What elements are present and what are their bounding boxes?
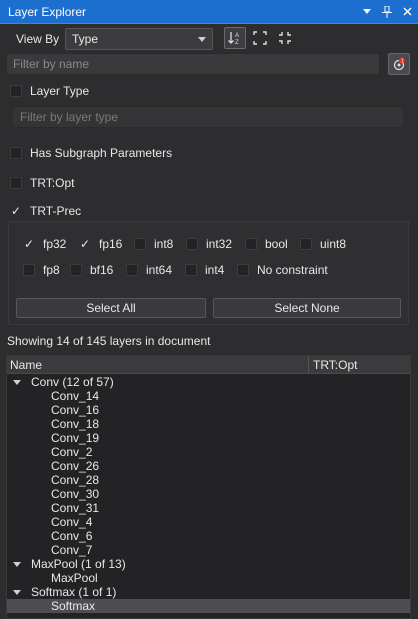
chevron-down-icon bbox=[198, 37, 206, 42]
precision-label: uint8 bbox=[320, 237, 347, 251]
trt-prec-checkbox[interactable]: ✓ bbox=[10, 205, 22, 217]
layer-type-checkbox-row[interactable]: Layer Type bbox=[10, 84, 89, 98]
layer-type-filter-input[interactable]: Filter by layer type bbox=[12, 106, 404, 128]
filter-settings-icon[interactable]: 1 bbox=[388, 53, 410, 75]
precision-label: bool bbox=[265, 237, 288, 251]
trt-opt-checkbox[interactable] bbox=[10, 177, 22, 189]
tree-item[interactable]: Conv_16 bbox=[7, 403, 410, 417]
precision-option-fp16[interactable]: ✓ fp16 bbox=[79, 237, 122, 251]
group-label: Conv (12 of 57) bbox=[31, 375, 114, 389]
group-label: Softmax (1 of 1) bbox=[31, 585, 117, 599]
tree-item[interactable]: Conv_31 bbox=[7, 501, 410, 515]
precision-option-bool[interactable]: bool bbox=[245, 237, 288, 251]
precision-checkbox[interactable] bbox=[300, 238, 312, 250]
precision-option-bf16[interactable]: bf16 bbox=[70, 263, 113, 277]
close-icon[interactable] bbox=[398, 3, 416, 21]
precision-option-fp8[interactable]: fp8 bbox=[23, 263, 60, 277]
precision-label: int8 bbox=[154, 237, 174, 251]
precision-option-fp32[interactable]: ✓ fp32 bbox=[23, 237, 66, 251]
precision-checkbox[interactable]: ✓ bbox=[79, 238, 91, 250]
tree-item[interactable]: Conv_14 bbox=[7, 389, 410, 403]
layer-tree[interactable]: Name TRT:Opt Conv (12 of 57) Conv_14 Con… bbox=[6, 355, 411, 619]
svg-text:A: A bbox=[235, 33, 239, 39]
view-by-value: Type bbox=[72, 32, 99, 46]
tree-group-conv[interactable]: Conv (12 of 57) bbox=[7, 375, 410, 389]
svg-text:1: 1 bbox=[401, 58, 404, 64]
chevron-down-icon[interactable] bbox=[13, 561, 21, 567]
tree-item[interactable]: Conv_2 bbox=[7, 445, 410, 459]
tree-item-selected[interactable]: Softmax bbox=[7, 599, 410, 613]
dropdown-icon[interactable] bbox=[358, 3, 376, 21]
precision-option-int64[interactable]: int64 bbox=[126, 263, 172, 277]
group-label: MaxPool (1 of 13) bbox=[31, 557, 126, 571]
trt-prec-checkbox-row[interactable]: ✓ TRT-Prec bbox=[10, 204, 81, 218]
precision-checkbox[interactable] bbox=[185, 264, 197, 276]
column-header-trt-opt[interactable]: TRT:Opt bbox=[309, 358, 357, 372]
collapse-icon[interactable] bbox=[274, 27, 296, 49]
trt-opt-checkbox-row[interactable]: TRT:Opt bbox=[10, 176, 74, 190]
select-all-button[interactable]: Select All bbox=[16, 298, 206, 318]
subgraph-checkbox[interactable] bbox=[10, 147, 22, 159]
precision-checkbox[interactable] bbox=[237, 264, 249, 276]
trt-prec-label: TRT-Prec bbox=[30, 204, 82, 218]
precision-option-int8[interactable]: int8 bbox=[134, 237, 173, 251]
layer-type-label: Layer Type bbox=[30, 84, 90, 98]
subgraph-label: Has Subgraph Parameters bbox=[30, 146, 173, 160]
chevron-down-icon[interactable] bbox=[13, 589, 21, 595]
layer-count-status: Showing 14 of 145 layers in document bbox=[7, 334, 211, 348]
precision-option-uint8[interactable]: uint8 bbox=[300, 237, 346, 251]
precision-label: fp8 bbox=[43, 263, 60, 277]
precision-options-group: ✓ fp32 ✓ fp16 int8 int32 bool uint8 fp8 … bbox=[8, 221, 409, 325]
precision-checkbox[interactable] bbox=[134, 238, 146, 250]
precision-checkbox[interactable] bbox=[186, 238, 198, 250]
precision-label: int4 bbox=[205, 263, 225, 277]
precision-label: int32 bbox=[206, 237, 233, 251]
sort-alpha-icon[interactable]: AZ bbox=[224, 27, 246, 49]
panel-title-bar: Layer Explorer bbox=[0, 0, 418, 24]
tree-item[interactable]: Conv_26 bbox=[7, 459, 410, 473]
tree-header: Name TRT:Opt bbox=[7, 356, 410, 374]
precision-checkbox[interactable] bbox=[245, 238, 257, 250]
precision-checkbox[interactable] bbox=[70, 264, 82, 276]
layer-type-checkbox[interactable] bbox=[10, 85, 22, 97]
svg-text:Z: Z bbox=[235, 40, 239, 46]
precision-label: No constraint bbox=[257, 263, 328, 277]
precision-option-int32[interactable]: int32 bbox=[186, 237, 232, 251]
precision-label: int64 bbox=[146, 263, 173, 277]
precision-checkbox[interactable] bbox=[23, 264, 35, 276]
precision-checkbox[interactable] bbox=[126, 264, 138, 276]
expand-icon[interactable] bbox=[249, 27, 271, 49]
subgraph-checkbox-row[interactable]: Has Subgraph Parameters bbox=[10, 146, 172, 160]
precision-label: fp32 bbox=[43, 237, 67, 251]
precision-option-no-constraint[interactable]: No constraint bbox=[237, 263, 328, 277]
tree-item[interactable]: Conv_4 bbox=[7, 515, 410, 529]
tree-item[interactable]: Conv_6 bbox=[7, 529, 410, 543]
tree-item[interactable]: Conv_7 bbox=[7, 543, 410, 557]
name-filter-input[interactable]: Filter by name bbox=[6, 53, 380, 75]
tree-item[interactable]: Conv_28 bbox=[7, 473, 410, 487]
precision-checkbox[interactable]: ✓ bbox=[23, 238, 35, 250]
chevron-down-icon[interactable] bbox=[13, 379, 21, 385]
precision-option-int4[interactable]: int4 bbox=[185, 263, 224, 277]
precision-label: bf16 bbox=[90, 263, 114, 277]
panel-title: Layer Explorer bbox=[8, 4, 87, 19]
tree-group-softmax[interactable]: Softmax (1 of 1) bbox=[7, 585, 410, 599]
trt-opt-label: TRT:Opt bbox=[30, 176, 75, 190]
view-toolbar: View By Type AZ bbox=[0, 26, 418, 52]
column-header-name[interactable]: Name bbox=[7, 356, 309, 373]
tree-item[interactable]: Conv_18 bbox=[7, 417, 410, 431]
view-by-label: View By bbox=[16, 32, 60, 46]
tree-item[interactable]: Conv_19 bbox=[7, 431, 410, 445]
select-none-button[interactable]: Select None bbox=[213, 298, 401, 318]
pin-icon[interactable] bbox=[378, 3, 396, 21]
tree-item[interactable]: Conv_30 bbox=[7, 487, 410, 501]
view-by-select[interactable]: Type bbox=[65, 28, 213, 50]
tree-group-maxpool[interactable]: MaxPool (1 of 13) bbox=[7, 557, 410, 571]
tree-item[interactable]: MaxPool bbox=[7, 571, 410, 585]
precision-label: fp16 bbox=[99, 237, 123, 251]
